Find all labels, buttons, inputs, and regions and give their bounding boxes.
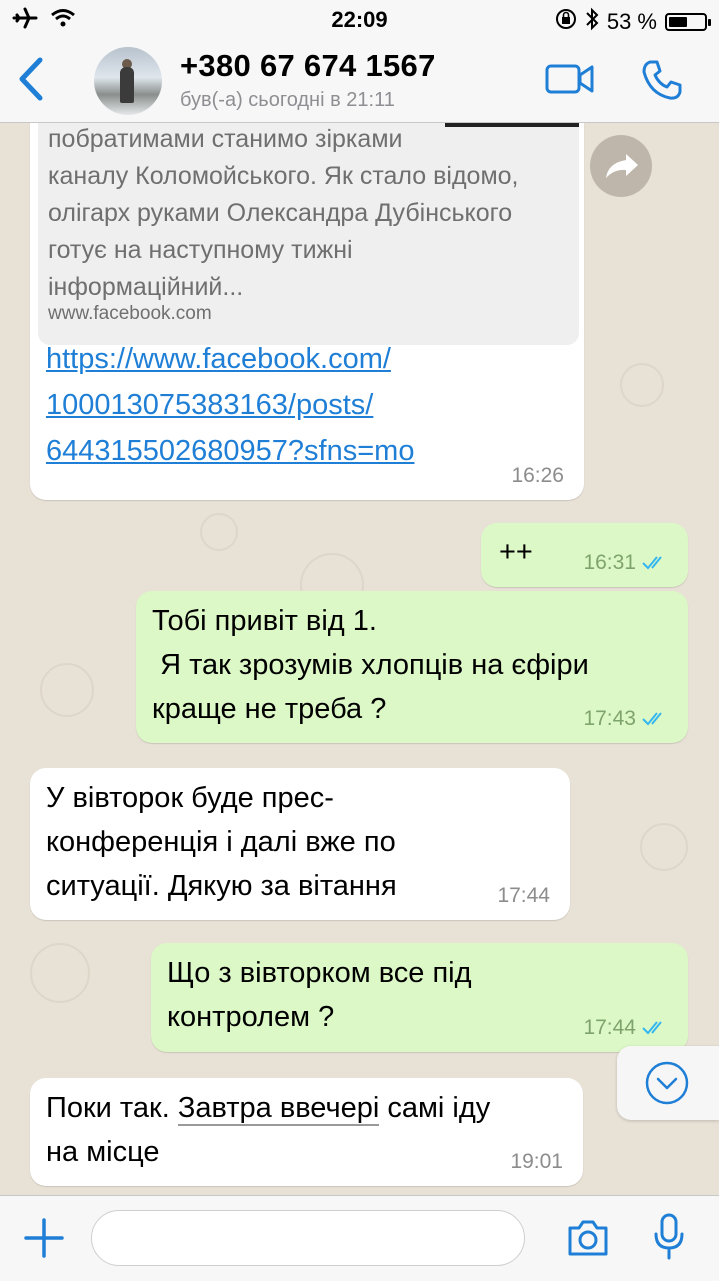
underlined-phrase: Завтра ввечері: [177, 1092, 380, 1126]
microphone-icon[interactable]: [652, 1212, 686, 1267]
contact-name[interactable]: +380 67 674 1567: [180, 48, 436, 84]
incoming-message[interactable]: Поки так. Завтра ввечері самі іду на міс…: [30, 1078, 583, 1186]
input-bar: [0, 1195, 719, 1281]
message-meta: 16:31: [583, 551, 668, 575]
battery-level: [669, 17, 688, 27]
phone-call-icon[interactable]: [640, 58, 684, 107]
orientation-lock-icon: [555, 8, 577, 36]
battery-percent: 53 %: [606, 9, 657, 34]
message-text: Тобі привіт від 1. Я так зрозумів хлопці…: [152, 605, 589, 725]
message-meta: 17:43: [583, 707, 668, 731]
double-check-read-icon: [642, 1021, 662, 1035]
camera-icon[interactable]: [566, 1218, 610, 1263]
message-text: ++: [499, 536, 533, 568]
video-call-icon[interactable]: [545, 62, 595, 101]
chevron-down-icon: [645, 1061, 689, 1105]
message-text: Що з вівторком все під контролем ?: [167, 957, 472, 1033]
message-meta: 19:01: [510, 1150, 563, 1174]
message-time: 17:43: [583, 707, 636, 730]
chat-header: +380 67 674 1567 був(-а) сьогодні в 21:1…: [0, 40, 719, 123]
double-check-read-icon: [642, 712, 662, 726]
link-preview-domain: www.facebook.com: [48, 303, 212, 324]
message-time: 19:01: [510, 1150, 563, 1173]
message-link[interactable]: https://www.facebook.com/ 10001307538316…: [46, 336, 414, 474]
message-time: 17:44: [583, 1016, 636, 1039]
message-meta: 17:44: [497, 884, 550, 908]
outgoing-message[interactable]: Що з вівторком все під контролем ? 17:44: [151, 943, 688, 1052]
message-text: У вівторок буде прес- конференція і далі…: [46, 782, 397, 902]
message-input[interactable]: [91, 1210, 525, 1266]
battery-icon: [665, 13, 711, 31]
incoming-message[interactable]: У вівторок буде прес- конференція і далі…: [30, 768, 570, 920]
message-meta: 17:44: [583, 1016, 668, 1040]
forward-icon: [606, 154, 638, 178]
outgoing-message[interactable]: ++ 16:31: [481, 523, 688, 587]
bluetooth-icon: [585, 7, 599, 37]
avatar[interactable]: [94, 47, 162, 115]
message-time: 16:26: [511, 464, 564, 487]
status-bar: 22:09 53 %: [0, 0, 719, 40]
outgoing-message[interactable]: Тобі привіт від 1. Я так зрозумів хлопці…: [136, 591, 688, 743]
back-button[interactable]: [14, 54, 46, 109]
double-check-read-icon: [642, 556, 662, 570]
message-time: 17:44: [497, 884, 550, 907]
attach-plus-icon[interactable]: [22, 1216, 66, 1265]
message-text: Поки так. Завтра ввечері самі іду на міс…: [46, 1092, 491, 1168]
message-time: 16:31: [583, 551, 636, 574]
link-preview-description: побратимами станимо зірками каналу Колом…: [48, 125, 519, 301]
forward-button[interactable]: [590, 135, 652, 197]
link-preview[interactable]: побратимами станимо зірками каналу Колом…: [38, 123, 579, 345]
incoming-message-link[interactable]: побратимами станимо зірками каналу Колом…: [30, 123, 584, 500]
chat-area[interactable]: побратимами станимо зірками каналу Колом…: [0, 123, 719, 1195]
last-seen-status: був(-а) сьогодні в 21:11: [180, 89, 395, 111]
scroll-to-bottom-button[interactable]: [617, 1046, 719, 1120]
